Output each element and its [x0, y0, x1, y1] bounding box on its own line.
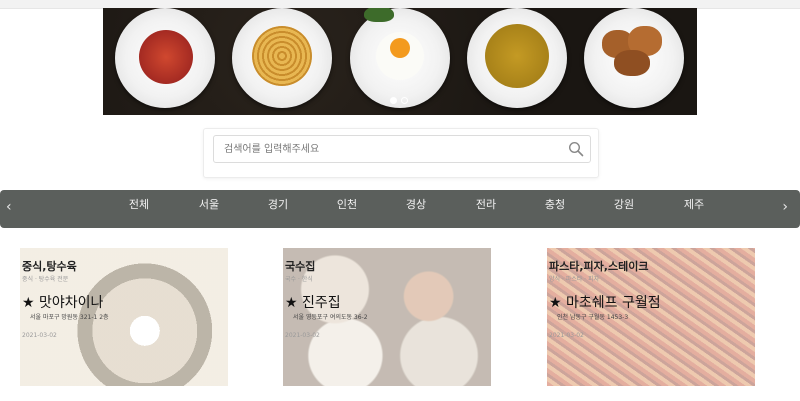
restaurant-card[interactable]: 중식,탕수육 중식 · 탕수육 전문 ★ 맛야차이나 서울 마포구 망원동 32… — [20, 248, 228, 386]
region-tab-seoul[interactable]: 서울 — [199, 190, 219, 228]
search-icon[interactable] — [568, 141, 584, 157]
restaurant-date: 2021-03-02 — [285, 332, 320, 339]
carousel-image-croissant — [584, 8, 684, 108]
restaurant-name[interactable]: ★ 마초쉐프 구월점 — [549, 292, 661, 312]
restaurant-date: 2021-03-02 — [22, 332, 57, 339]
restaurant-category: 파스타,피자,스테이크 — [549, 260, 649, 273]
carousel-image-jjambbong — [115, 8, 215, 108]
region-tab-chungcheong[interactable]: 충청 — [545, 190, 565, 228]
search-input[interactable] — [213, 135, 591, 163]
region-tab-gangwon[interactable]: 강원 — [614, 190, 634, 228]
restaurant-subtitle: 국수 · 한식 — [285, 276, 313, 283]
region-tab-gyeongsang[interactable]: 경상 — [406, 190, 426, 228]
carousel-dot-2[interactable] — [401, 97, 408, 104]
restaurant-card[interactable]: 파스타,피자,스테이크 양식 · 파스타 · 피자 ★ 마초쉐프 구월점 인천 … — [547, 248, 755, 386]
carousel-pagination — [390, 97, 408, 104]
carousel-image-fried-egg — [350, 8, 450, 108]
region-tab-incheon[interactable]: 인천 — [337, 190, 357, 228]
food-carousel[interactable] — [103, 8, 697, 115]
restaurant-address: 인천 남동구 구월동 1453-3 — [557, 314, 629, 321]
region-tab-jeju[interactable]: 제주 — [684, 190, 704, 228]
restaurant-card[interactable]: 국수집 국수 · 한식 ★ 진주집 서울 영등포구 여의도동 36-2 2021… — [283, 248, 491, 386]
restaurant-address: 서울 영등포구 여의도동 36-2 — [293, 314, 368, 321]
carousel-dot-1[interactable] — [390, 97, 397, 104]
region-tab-gyeonggi[interactable]: 경기 — [268, 190, 288, 228]
restaurant-category: 중식,탕수육 — [22, 260, 77, 273]
region-tab-jeolla[interactable]: 전라 — [476, 190, 496, 228]
restaurant-name[interactable]: ★ 진주집 — [285, 292, 341, 312]
carousel-image-soup — [467, 8, 567, 108]
carousel-image-pasta — [232, 8, 332, 108]
region-tab-all[interactable]: 전체 — [129, 190, 149, 228]
restaurant-subtitle: 양식 · 파스타 · 피자 — [549, 276, 600, 283]
restaurant-subtitle: 중식 · 탕수육 전문 — [22, 276, 69, 283]
restaurant-address: 서울 마포구 망원동 321-1 2층 — [30, 314, 109, 321]
nav-next-arrow-icon[interactable]: › — [782, 199, 788, 215]
nav-prev-arrow-icon[interactable]: ‹ — [6, 199, 12, 215]
restaurant-date: 2021-03-02 — [549, 332, 584, 339]
restaurant-category: 국수집 — [285, 260, 316, 273]
restaurant-name[interactable]: ★ 맛야차이나 — [22, 292, 103, 312]
region-nav: ‹ 전체 서울 경기 인천 경상 전라 충청 강원 제주 › — [0, 190, 800, 228]
search-box — [203, 128, 599, 178]
